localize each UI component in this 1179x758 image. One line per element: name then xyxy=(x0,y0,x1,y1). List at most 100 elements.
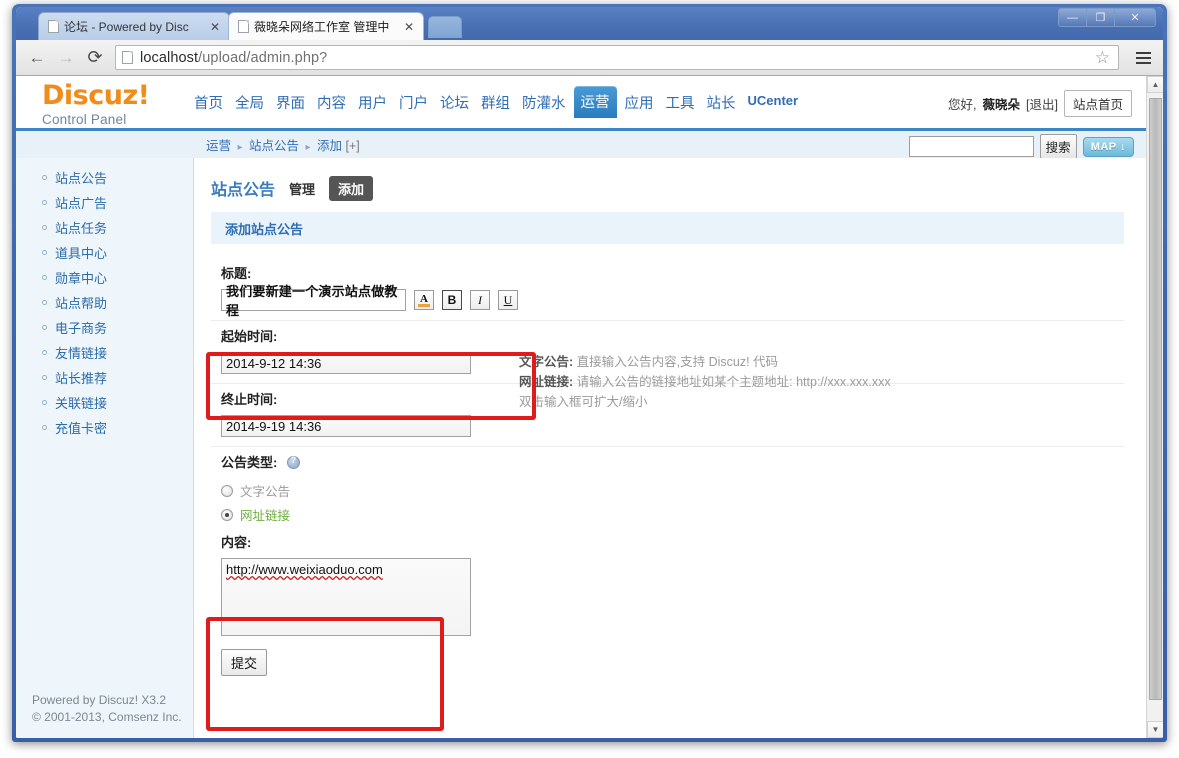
maximize-icon[interactable]: ❐ xyxy=(1086,8,1115,27)
map-button[interactable]: MAP ↓ xyxy=(1082,136,1134,157)
content-label: 内容: xyxy=(221,535,252,550)
page-title: 站点公告 xyxy=(211,182,276,199)
type-label: 公告类型: xyxy=(221,455,278,470)
search-button[interactable]: 搜索 xyxy=(1039,134,1077,159)
breadcrumb-item-add[interactable]: 添加 xyxy=(317,139,342,153)
sidebar-item-site-tasks[interactable]: 站点任务 xyxy=(16,215,193,240)
nav-item-interface[interactable]: 界面 xyxy=(270,88,311,117)
tab-manage[interactable]: 管理 xyxy=(289,179,315,198)
nav-item-tools[interactable]: 工具 xyxy=(660,88,701,117)
hint-text-block: 文字公告: 直接输入公告内容,支持 Discuz! 代码 网址链接: 请输入公告… xyxy=(519,352,891,412)
page-icon xyxy=(238,20,249,33)
scrollbar-thumb[interactable] xyxy=(1149,98,1162,700)
reload-icon[interactable]: ⟳ xyxy=(82,45,108,71)
field-content: 内容: http://www.weixiaoduo.com xyxy=(211,527,1146,636)
logo-text: Discuz! xyxy=(42,80,150,111)
address-bar[interactable]: localhost/upload/admin.php? ☆ xyxy=(115,45,1119,70)
nav-item-users[interactable]: 用户 xyxy=(352,88,393,117)
forward-icon[interactable]: → xyxy=(53,45,79,71)
nav-item-operation[interactable]: 运营 xyxy=(573,86,617,118)
page-scrollbar[interactable]: ▲ ▼ xyxy=(1146,76,1163,738)
discuz-admin-page: Discuz! Control Panel 首页 全局 界面 内容 用户 门户 … xyxy=(16,76,1146,738)
submit-button[interactable]: 提交 xyxy=(221,649,268,676)
nav-item-global[interactable]: 全局 xyxy=(229,88,270,117)
announcement-form: 标题: 我们要新建一个演示站点做教程 A B I U 起始时间: 2014-9-… xyxy=(194,244,1146,676)
content-textarea[interactable]: http://www.weixiaoduo.com xyxy=(221,558,471,636)
scroll-up-icon[interactable]: ▲ xyxy=(1147,76,1163,93)
nav-item-content[interactable]: 内容 xyxy=(311,88,352,117)
new-tab-button[interactable] xyxy=(428,16,462,38)
breadcrumb-item-operation[interactable]: 运营 xyxy=(206,139,231,153)
sidebar-item-recharge-card[interactable]: 充值卡密 xyxy=(16,415,193,440)
radio-icon-text[interactable] xyxy=(221,484,233,497)
logout-link[interactable]: [退出] xyxy=(1026,94,1058,113)
sidebar-item-site-help[interactable]: 站点帮助 xyxy=(16,290,193,315)
site-home-button[interactable]: 站点首页 xyxy=(1063,90,1132,117)
url-host: localhost xyxy=(140,49,199,66)
nav-item-webmaster[interactable]: 站长 xyxy=(701,88,742,117)
nav-item-apps[interactable]: 应用 xyxy=(619,88,660,117)
sidebar-item-medal-center[interactable]: 勋章中心 xyxy=(16,265,193,290)
hint-line-1: 文字公告: 直接输入公告内容,支持 Discuz! 代码 xyxy=(519,352,891,372)
nav-item-ucenter[interactable]: UCenter xyxy=(742,88,805,112)
nav-item-group[interactable]: 群组 xyxy=(475,88,516,117)
sidebar-item-webmaster-recommend[interactable]: 站长推荐 xyxy=(16,365,193,390)
nav-item-forum[interactable]: 论坛 xyxy=(434,88,475,117)
content-row: http://www.weixiaoduo.com xyxy=(211,558,1146,636)
nav-item-antispam[interactable]: 防灌水 xyxy=(516,88,572,117)
sidebar-item-friendly-links[interactable]: 友情链接 xyxy=(16,340,193,365)
hamburger-menu-icon[interactable] xyxy=(1131,46,1155,70)
close-icon[interactable]: ✕ xyxy=(207,20,223,34)
sidebar-item-site-announcement[interactable]: 站点公告 xyxy=(16,165,193,190)
radio-option-url[interactable]: 网址链接 xyxy=(211,502,1146,526)
browser-tab-forum[interactable]: 论坛 - Powered by Disc ✕ xyxy=(38,12,230,40)
bullet-icon xyxy=(42,250,47,255)
hint-1-text: 直接输入公告内容,支持 Discuz! 代码 xyxy=(576,355,779,369)
radio-icon-url[interactable] xyxy=(221,508,233,521)
help-icon[interactable] xyxy=(286,455,300,469)
sidebar-item-ecommerce[interactable]: 电子商务 xyxy=(16,315,193,340)
sidebar-item-site-ads[interactable]: 站点广告 xyxy=(16,190,193,215)
breadcrumb-item-announcement[interactable]: 站点公告 xyxy=(249,139,299,153)
nav-item-portal[interactable]: 门户 xyxy=(393,88,434,117)
hint-3-text: 双击输入框可扩大/缩小 xyxy=(519,395,648,409)
sidebar-item-label: 勋章中心 xyxy=(55,271,108,286)
browser-window: 论坛 - Powered by Disc ✕ 薇晓朵网络工作室 管理中 ✕ — … xyxy=(12,4,1167,742)
sidebar-item-props-center[interactable]: 道具中心 xyxy=(16,240,193,265)
bullet-icon xyxy=(42,175,47,180)
browser-tab-admin[interactable]: 薇晓朵网络工作室 管理中 ✕ xyxy=(228,12,424,40)
search-input[interactable] xyxy=(908,136,1034,157)
sidebar-footer: Powered by Discuz! X3.2 © 2001-2013, Com… xyxy=(32,692,182,726)
bullet-icon xyxy=(42,200,47,205)
close-window-icon[interactable]: ✕ xyxy=(1114,8,1156,27)
italic-icon[interactable]: I xyxy=(470,290,490,310)
title-input[interactable]: 我们要新建一个演示站点做教程 xyxy=(221,284,406,318)
sidebar-item-label: 站点公告 xyxy=(55,171,108,186)
user-area: 您好, 薇晓朵 [退出] 站点首页 xyxy=(948,90,1132,117)
scroll-down-icon[interactable]: ▼ xyxy=(1147,721,1163,738)
tab-title: 薇晓朵网络工作室 管理中 xyxy=(254,20,390,34)
url-path: /upload/admin.php? xyxy=(198,49,328,66)
tab-title: 论坛 - Powered by Disc xyxy=(64,20,189,34)
font-color-icon[interactable]: A xyxy=(414,290,434,310)
breadcrumb-plus[interactable]: [+] xyxy=(346,139,360,153)
sidebar-item-label: 电子商务 xyxy=(55,321,108,336)
nav-item-home[interactable]: 首页 xyxy=(188,88,229,117)
bullet-icon xyxy=(42,425,47,430)
close-icon[interactable]: ✕ xyxy=(401,20,417,34)
end-time-input[interactable]: 2014-9-19 14:36 xyxy=(221,415,471,437)
window-controls: — ❐ ✕ xyxy=(1058,8,1156,27)
sidebar-item-related-links[interactable]: 关联链接 xyxy=(16,390,193,415)
hint-line-3: 双击输入框可扩大/缩小 xyxy=(519,392,891,412)
minimize-icon[interactable]: — xyxy=(1058,8,1087,27)
content-area: 站点公告 管理 添加 添加站点公告 标题: 我们要新建一个演示站点做教程 A B… xyxy=(194,158,1146,738)
tab-add[interactable]: 添加 xyxy=(329,175,374,201)
back-icon[interactable]: ← xyxy=(24,45,50,71)
bookmark-star-icon[interactable]: ☆ xyxy=(1095,48,1112,68)
content-header: 站点公告 管理 添加 xyxy=(194,172,1146,204)
bold-icon[interactable]: B xyxy=(442,290,462,310)
radio-option-text[interactable]: 文字公告 xyxy=(211,478,1146,502)
start-time-input[interactable]: 2014-9-12 14:36 xyxy=(221,352,471,374)
underline-icon[interactable]: U xyxy=(498,290,518,310)
browser-window-inner: 论坛 - Powered by Disc ✕ 薇晓朵网络工作室 管理中 ✕ — … xyxy=(16,7,1163,738)
